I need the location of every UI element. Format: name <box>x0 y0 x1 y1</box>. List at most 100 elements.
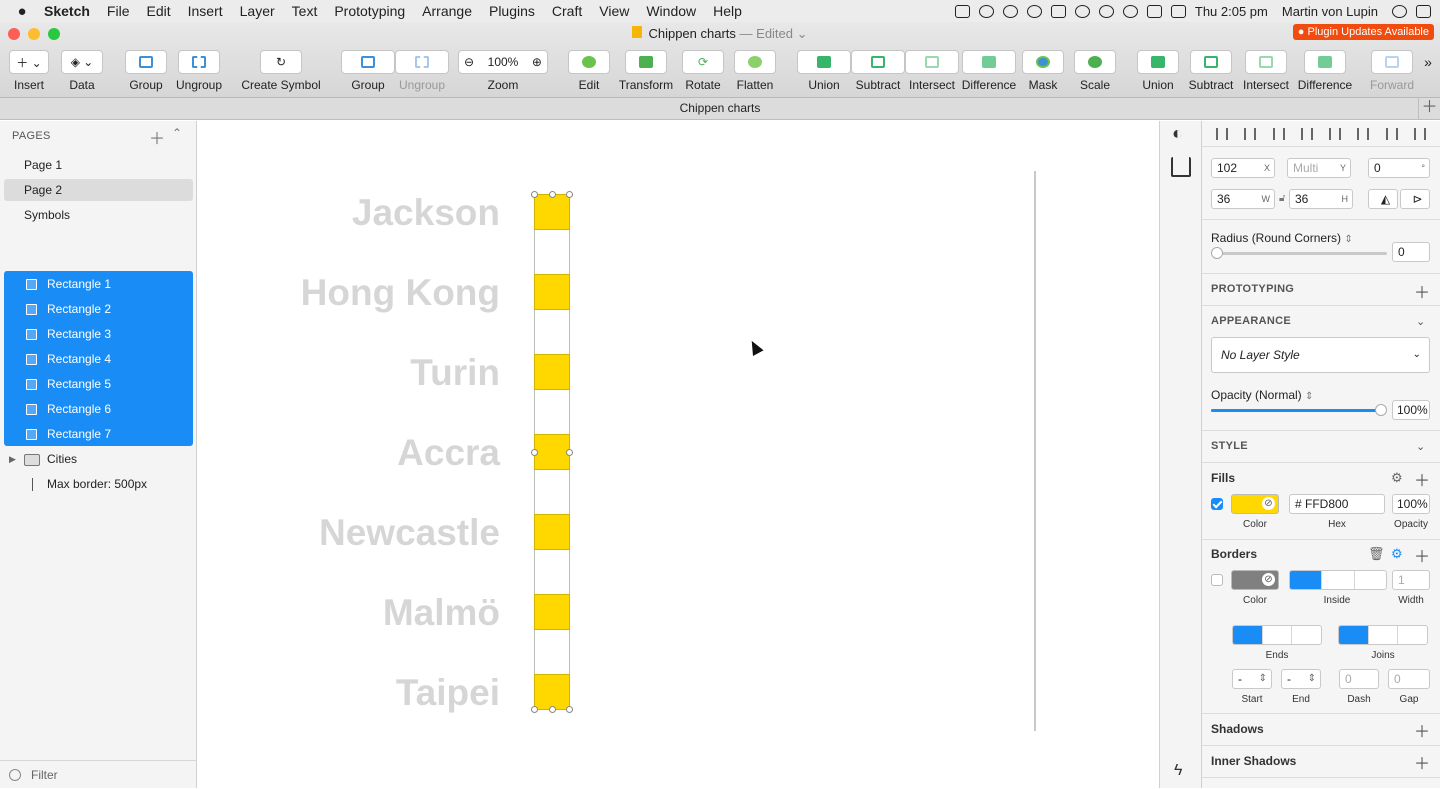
group-2-icon[interactable] <box>341 50 395 74</box>
status-app-icon[interactable] <box>954 4 970 18</box>
prototyping-section[interactable]: PROTOTYPING <box>1211 283 1294 295</box>
resize-handle[interactable] <box>549 191 556 198</box>
intersect-2-icon[interactable] <box>1245 50 1287 74</box>
border-outside-icon[interactable] <box>1355 571 1386 589</box>
menu-file[interactable]: File <box>107 3 130 19</box>
menu-edit[interactable]: Edit <box>146 3 170 19</box>
spotlight-search-icon[interactable] <box>1392 4 1407 18</box>
border-color-swatch[interactable]: ⊘ <box>1231 570 1279 590</box>
shadows-header[interactable]: Shadows <box>1211 722 1264 736</box>
menu-insert[interactable]: Insert <box>188 3 223 19</box>
zoom-out-icon[interactable]: ⊖ <box>464 55 474 69</box>
border-width-field[interactable]: 1 <box>1392 570 1430 590</box>
transform-tool[interactable]: Transform <box>618 50 674 92</box>
rectangle-1[interactable] <box>534 194 570 230</box>
layer-row-line[interactable]: Max border: 500px <box>4 472 193 497</box>
rotate-tool[interactable]: ⟳ Rotate <box>682 50 724 92</box>
scale-icon[interactable] <box>1074 50 1116 74</box>
color-picker-icon[interactable]: ⊘ <box>1262 573 1275 586</box>
layer-row[interactable]: Rectangle 7 <box>4 422 193 447</box>
opacity-slider[interactable] <box>1211 404 1387 416</box>
align-left-icon[interactable] <box>1272 127 1285 140</box>
difference-tool-2[interactable]: Difference <box>1296 50 1354 92</box>
color-picker-icon[interactable]: ⊘ <box>1262 497 1275 510</box>
layer-row[interactable]: Rectangle 6 <box>4 397 193 422</box>
info-icon[interactable] <box>978 4 994 18</box>
notification-center-icon[interactable] <box>1416 4 1431 18</box>
layer-filter[interactable]: Filter <box>0 760 196 788</box>
menu-window[interactable]: Window <box>646 3 696 19</box>
add-page-plus-icon[interactable]: ＋ <box>149 125 165 149</box>
border-settings-gear-icon[interactable]: ⚙ <box>1391 546 1403 562</box>
user-name[interactable]: Martin von Lupin <box>1282 4 1378 19</box>
edit-tool[interactable]: Edit <box>568 50 610 92</box>
height-field[interactable]: 36 H <box>1289 189 1353 209</box>
layer-row[interactable]: Rectangle 1 <box>4 272 193 297</box>
add-fill-plus-icon[interactable]: ＋ <box>1414 467 1430 491</box>
lock-icon[interactable]: 🔓︎ <box>1279 193 1285 204</box>
border-enabled-checkbox[interactable] <box>1211 574 1223 586</box>
arrow-start-field[interactable]: - ⇕ <box>1232 669 1272 689</box>
menu-app-name[interactable]: Sketch <box>44 3 90 19</box>
ungroup-2-icon[interactable] <box>395 50 449 74</box>
ungroup-icon[interactable] <box>178 50 220 74</box>
tab-title[interactable]: Chippen charts <box>680 101 761 115</box>
x-position-field[interactable]: 102 X <box>1211 158 1275 178</box>
resize-handle[interactable] <box>531 706 538 713</box>
delete-border-trash-icon[interactable]: 🗑︎ <box>1368 546 1385 562</box>
data-layers-icon[interactable]: ◈ ⌄ <box>61 50 103 74</box>
line-ends-segmented[interactable] <box>1232 625 1322 645</box>
intersect-tool[interactable]: Intersect <box>905 50 959 92</box>
group-tool[interactable]: Group <box>125 50 167 92</box>
forward-tool[interactable]: Forward <box>1366 50 1418 92</box>
rectangle-3[interactable] <box>534 354 570 390</box>
max-border-line[interactable] <box>1034 171 1036 731</box>
align-center-icon[interactable] <box>1300 127 1313 140</box>
city-label[interactable]: Jackson <box>352 192 500 234</box>
forward-icon[interactable] <box>1371 50 1413 74</box>
align-bottom-icon[interactable] <box>1413 127 1426 140</box>
insert-tool[interactable]: ＋ ⌄ Insert <box>9 50 49 92</box>
fill-hex-field[interactable]: # FFD800 <box>1289 494 1385 514</box>
arrow-end-field[interactable]: - ⇕ <box>1281 669 1321 689</box>
subtract-2-icon[interactable] <box>1190 50 1232 74</box>
layer-style-dropdown[interactable]: No Layer Style ⌄ <box>1211 337 1430 373</box>
menu-layer[interactable]: Layer <box>240 3 275 19</box>
clock[interactable]: Thu 2:05 pm <box>1195 4 1268 19</box>
resize-handle[interactable] <box>531 191 538 198</box>
mask-icon[interactable] <box>1022 50 1064 74</box>
resize-handle[interactable] <box>531 449 538 456</box>
city-label[interactable]: Malmö <box>383 592 500 634</box>
create-symbol-tool[interactable]: ↻ Create Symbol <box>240 50 322 92</box>
add-shadow-plus-icon[interactable]: ＋ <box>1414 718 1430 742</box>
ungroup-tool-2[interactable]: Ungroup <box>395 50 449 92</box>
distribute-horizontal-icon[interactable] <box>1216 127 1229 140</box>
fill-enabled-checkbox[interactable] <box>1211 498 1223 510</box>
layer-row[interactable]: Rectangle 3 <box>4 322 193 347</box>
round-join-icon[interactable] <box>1369 626 1399 644</box>
subtract-icon[interactable] <box>851 50 905 74</box>
ungroup-tool[interactable]: Ungroup <box>175 50 223 92</box>
border-position-segmented[interactable] <box>1289 570 1387 590</box>
align-right-icon[interactable] <box>1329 127 1342 140</box>
union-tool-2[interactable]: Union <box>1137 50 1179 92</box>
export-share-icon[interactable] <box>1171 157 1191 177</box>
difference-tool[interactable]: Difference <box>959 50 1019 92</box>
y-position-field[interactable]: Multi Y <box>1287 158 1351 178</box>
resize-handle[interactable] <box>566 706 573 713</box>
menu-plugins[interactable]: Plugins <box>489 3 535 19</box>
add-border-plus-icon[interactable]: ＋ <box>1414 543 1430 567</box>
layer-row[interactable]: Rectangle 2 <box>4 297 193 322</box>
union-tool[interactable]: Union <box>797 50 851 92</box>
insert-plus-icon[interactable]: ＋ ⌄ <box>9 50 49 74</box>
border-center-icon[interactable] <box>1290 571 1323 589</box>
menu-arrange[interactable]: Arrange <box>422 3 472 19</box>
radius-field[interactable]: 0 <box>1392 242 1430 262</box>
rectangle-4[interactable] <box>534 434 570 470</box>
radius-slider[interactable] <box>1211 247 1387 259</box>
flatten-icon[interactable] <box>734 50 776 74</box>
align-middle-icon[interactable] <box>1385 127 1398 140</box>
line-joins-segmented[interactable] <box>1338 625 1428 645</box>
menu-text[interactable]: Text <box>292 3 318 19</box>
style-section[interactable]: STYLE <box>1211 440 1248 452</box>
